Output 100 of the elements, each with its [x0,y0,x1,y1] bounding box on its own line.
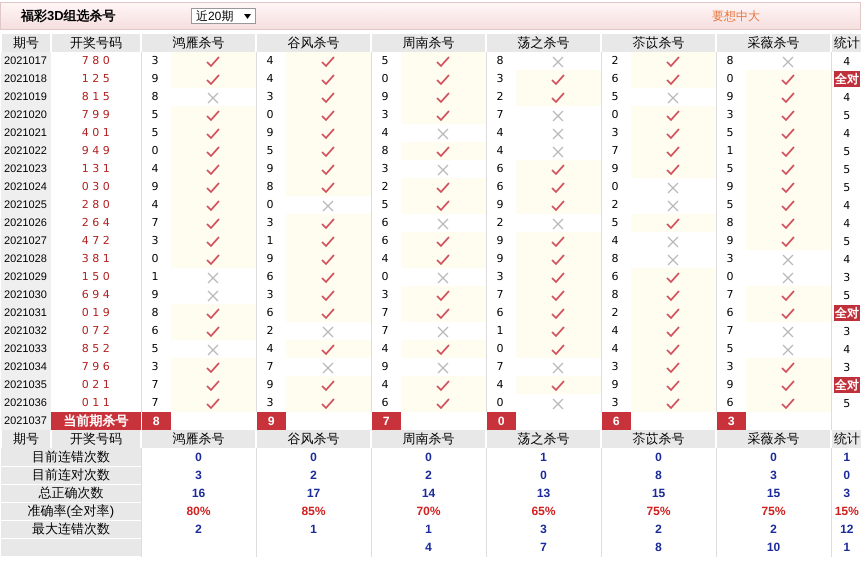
table-cell: 4 [843,198,850,212]
stat-value: 80% [141,502,256,520]
stat-value: 12 [831,520,861,538]
period-cell: 2021037 [1,412,51,430]
draw-numbers: 2 8 0 [51,196,141,214]
all-correct-badge: 全对 [834,71,860,87]
draw-numbers: 1 2 5 [51,70,141,88]
period-cell: 2021018 [1,70,51,88]
table-cell: 4 [843,342,850,356]
table-cell: 5 [843,144,850,158]
draw-numbers: 8 5 2 [51,340,141,358]
table-cell: 4 [843,54,850,68]
period-cell: 2021020 [1,106,51,124]
draw-numbers: 0 7 2 [51,322,141,340]
period-cell: 2021028 [1,250,51,268]
draw-numbers: 6 9 4 [51,286,141,304]
stat-value: 75% [601,502,716,520]
column-header: 苶苡杀号 [601,34,716,52]
period-cell: 2021033 [1,340,51,358]
column-header: 苶苡杀号 [601,430,716,448]
kill-number: 8 [141,412,171,430]
period-cell: 2021030 [1,286,51,304]
stat-value: 3 [486,520,601,538]
stat-value: 16 [141,484,256,502]
table-cell: 5 [843,180,850,194]
stat-label: 目前连错次数 [1,448,141,466]
stat-value: 0 [601,448,716,466]
column-header: 期号 [1,34,51,52]
stat-value: 8 [601,538,716,556]
stat-value: 15 [601,484,716,502]
caret-icon [244,14,251,18]
draw-numbers: 0 3 0 [51,178,141,196]
all-correct-badge: 全对 [834,305,860,321]
draw-numbers: 4 0 1 [51,124,141,142]
period-cell: 2021035 [1,376,51,394]
column-header: 鸿雁杀号 [141,430,256,448]
period-cell: 2021029 [1,268,51,286]
range-dropdown[interactable]: 近20期 [191,8,256,24]
period-cell: 2021024 [1,178,51,196]
stat-value: 0 [716,448,831,466]
table-cell: 5 [843,396,850,410]
draw-numbers: 7 8 0 [51,52,141,70]
stat-value: 3 [716,466,831,484]
table-cell: 5 [843,288,850,302]
stat-value: 10 [716,538,831,556]
column-header: 统计 [831,430,861,448]
stat-value: 2 [141,520,256,538]
period-cell: 2021034 [1,358,51,376]
draw-numbers: 7 9 6 [51,358,141,376]
stat-value: 2 [601,520,716,538]
table-cell: 4 [843,216,850,230]
stat-value: 1 [371,520,486,538]
period-cell: 2021021 [1,124,51,142]
all-correct-badge: 全对 [834,377,860,393]
kill-number: 0 [486,412,516,430]
table-cell: 3 [843,324,850,338]
column-header: 采薇杀号 [716,430,831,448]
stat-label: 目前连对次数 [1,466,141,484]
stat-value: 13 [486,484,601,502]
draw-numbers: 2 6 4 [51,214,141,232]
stat-value: 0 [141,448,256,466]
stat-value: 14 [371,484,486,502]
period-cell: 2021036 [1,394,51,412]
stat-label: 准确率(全对率) [1,502,141,520]
stat-value: 3 [831,484,861,502]
draw-numbers: 9 4 9 [51,142,141,160]
kill-number: 6 [601,412,631,430]
stat-value: 2 [256,466,371,484]
period-cell: 2021026 [1,214,51,232]
stat-value: 1 [486,448,601,466]
stat-label: 最大连错次数 [1,520,141,538]
column-header: 开奖号码 [51,34,141,52]
stat-value: 1 [831,538,861,556]
stat-value: 8 [601,466,716,484]
draw-numbers: 8 1 5 [51,88,141,106]
draw-numbers: 1 5 0 [51,268,141,286]
table-cell: 3 [843,270,850,284]
draw-numbers: 1 3 1 [51,160,141,178]
draw-numbers: 0 1 9 [51,304,141,322]
column-header: 开奖号码 [51,430,141,448]
kill-number: 9 [256,412,286,430]
column-header: 周南杀号 [371,430,486,448]
column-header: 谷风杀号 [256,34,371,52]
draw-numbers: 3 8 1 [51,250,141,268]
period-cell: 2021019 [1,88,51,106]
stat-value: 2 [371,466,486,484]
period-cell: 2021031 [1,304,51,322]
stat-value: 7 [486,538,601,556]
stat-value: 15 [716,484,831,502]
draw-numbers: 0 2 1 [51,376,141,394]
table-cell: 5 [843,108,850,122]
table-cell: 5 [843,162,850,176]
draw-numbers: 0 1 1 [51,394,141,412]
draw-numbers: 7 9 9 [51,106,141,124]
stat-value: 4 [371,538,486,556]
current-kill-label: 当前期杀号 [51,412,141,430]
kill-number: 7 [371,412,401,430]
table-cell: 4 [843,252,850,266]
stat-value: 0 [256,448,371,466]
stat-value: 70% [371,502,486,520]
